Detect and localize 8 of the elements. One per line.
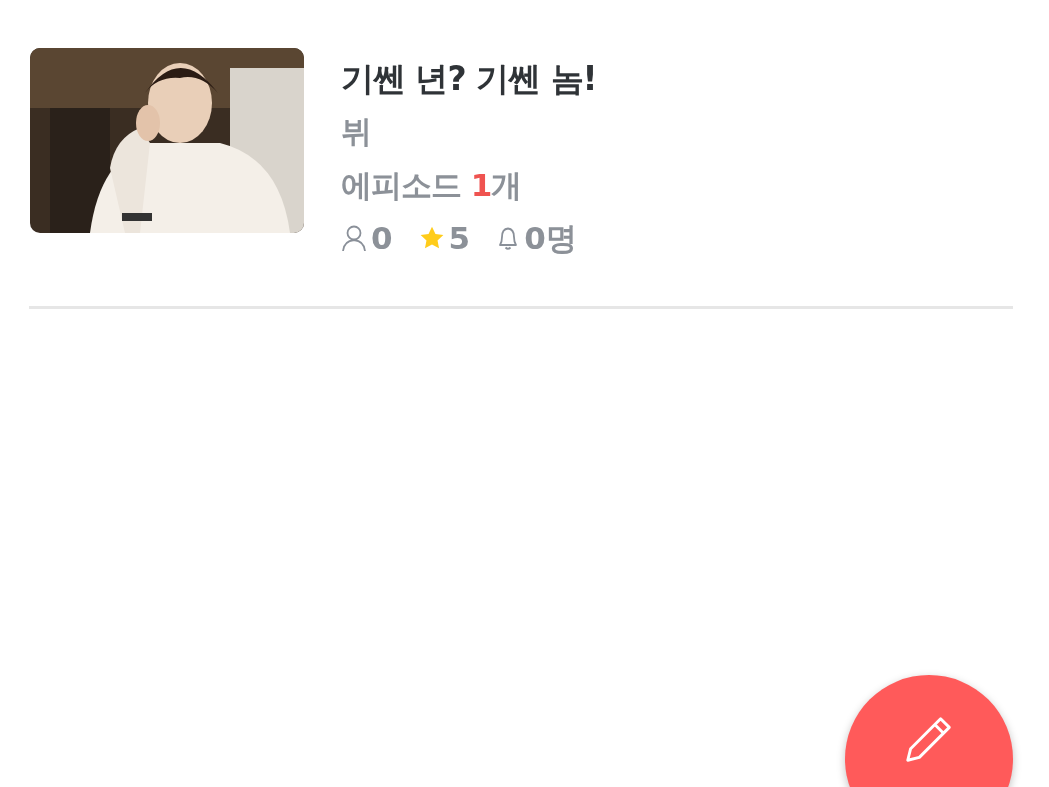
author-name: 뷔	[341, 112, 373, 151]
stat-value: 5	[448, 219, 471, 258]
story-title: 기쎈 년? 기쎈 놈!	[341, 58, 597, 100]
person-icon	[341, 224, 367, 252]
stat-value: 0명	[524, 219, 577, 258]
star-icon	[418, 225, 445, 251]
episode-count: 에피소드 1개	[341, 166, 523, 205]
stat-value: 0	[371, 219, 393, 258]
